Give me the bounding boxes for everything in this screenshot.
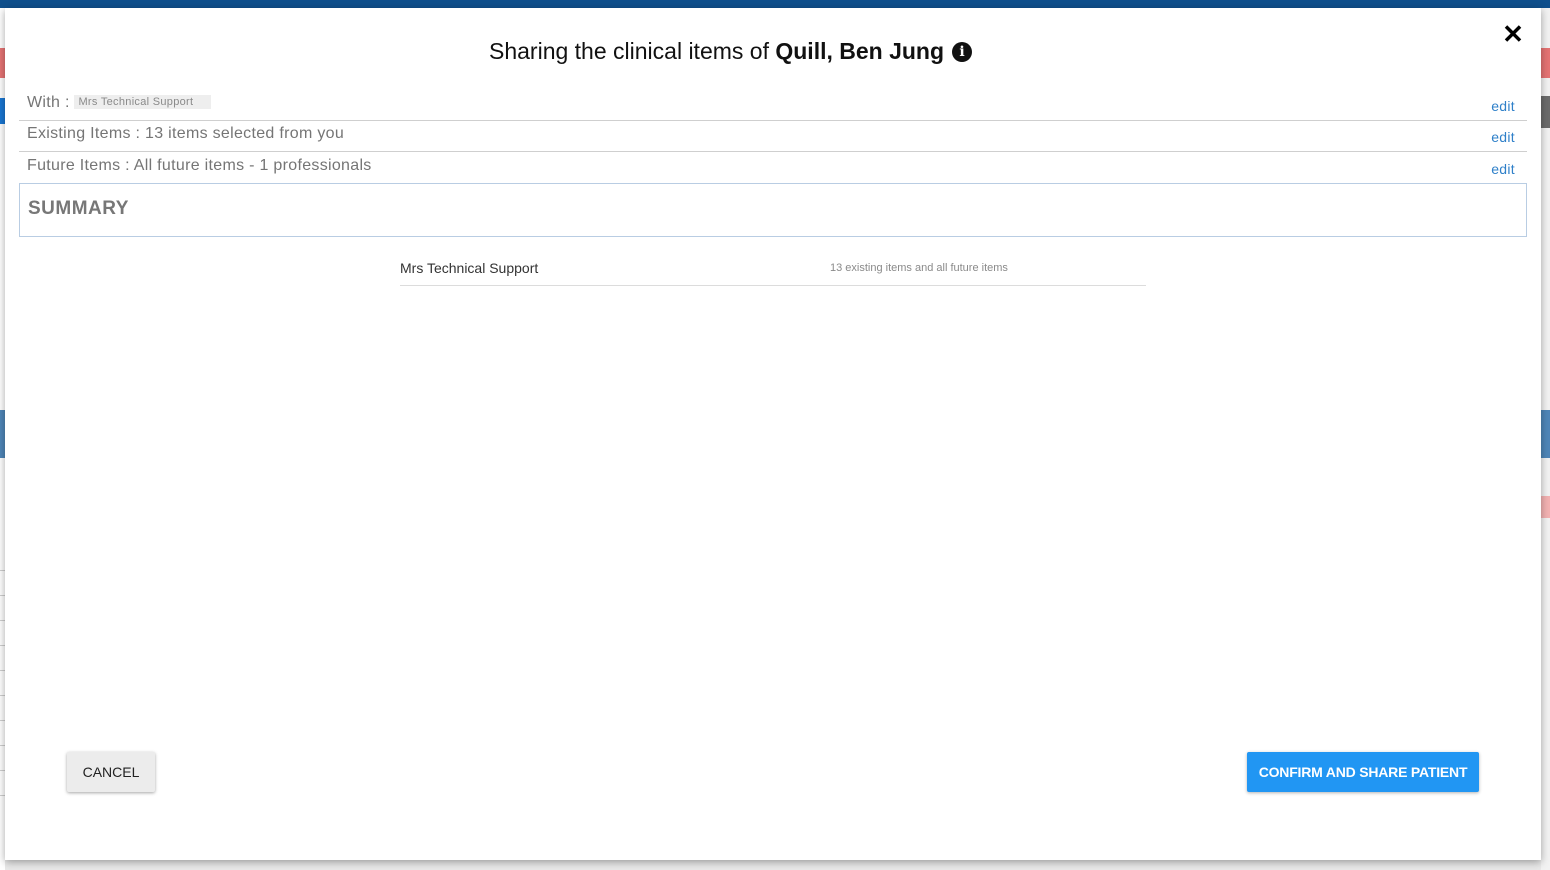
close-icon[interactable]: ✕ [1501,21,1525,47]
with-label: With : [27,94,70,111]
recipient-chip: Mrs Technical Support [74,95,212,109]
confirm-share-button[interactable]: CONFIRM AND SHARE PATIENT [1247,752,1479,792]
existing-items-row: Existing Items : 13 items selected from … [19,119,1527,152]
future-items-row: Future Items : All future items - 1 prof… [19,151,1527,184]
list-item: Mrs Technical Support 13 existing items … [400,258,1146,286]
summary-heading: SUMMARY [28,198,129,219]
existing-items-label: Existing Items : 13 items selected from … [27,125,345,142]
app-section-strip-right [1541,410,1550,458]
share-dialog: Sharing the clinical items of Quill, Ben… [5,8,1541,860]
with-row-text: With : Mrs Technical Support [27,94,212,112]
future-items-label: Future Items : All future items - 1 prof… [27,157,372,174]
app-alert-strip-right [1541,48,1550,78]
with-row: With : Mrs Technical Support edit [19,88,1527,121]
info-icon[interactable]: i [952,42,973,62]
patient-name: Quill, Ben Jung [775,38,945,64]
dialog-title: Sharing the clinical items of Quill, Ben… [489,38,973,65]
app-tag-strip-right [1541,496,1550,518]
summary-recipient-description: 13 existing items and all future items [830,262,1008,274]
app-toolbar-strip-right [1541,96,1550,128]
edit-future-items-link[interactable]: edit [1491,161,1515,177]
summary-section: SUMMARY [19,183,1527,237]
summary-recipient-name: Mrs Technical Support [400,260,539,276]
edit-existing-items-link[interactable]: edit [1491,129,1515,145]
dialog-title-prefix: Sharing the clinical items of [489,38,769,64]
edit-with-link[interactable]: edit [1491,98,1515,114]
cancel-button[interactable]: CANCEL [67,752,155,792]
app-header-bar [0,0,1550,8]
